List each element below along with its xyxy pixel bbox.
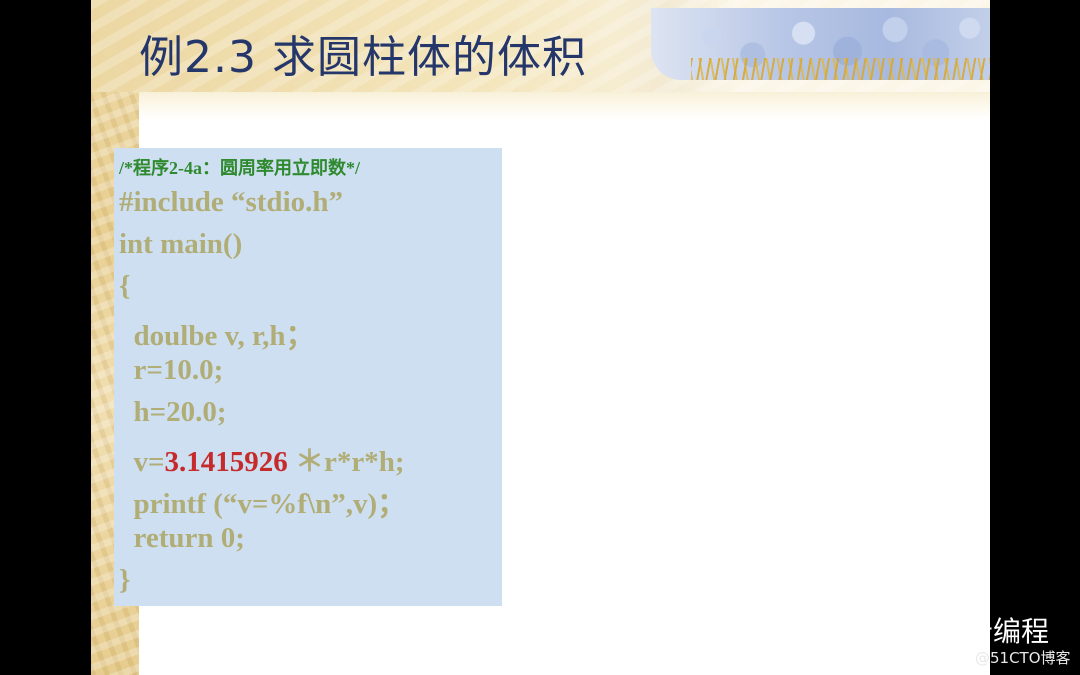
code-line-declare: doulbe v, r,h； bbox=[119, 320, 315, 352]
slide-title: 例2.3 求圆柱体的体积 bbox=[139, 32, 587, 83]
code-line-h: h=20.0; bbox=[119, 396, 227, 428]
code-v-prefix: v= bbox=[119, 446, 165, 478]
code-block: /*程序2-4a：圆周率用立即数*/ #include “stdio.h” in… bbox=[114, 148, 502, 606]
wechat-icon bbox=[876, 615, 905, 638]
watermark-source: @51CTO博客 bbox=[975, 649, 1071, 667]
grass-decoration bbox=[691, 58, 990, 80]
code-line-include: #include “stdio.h” bbox=[119, 186, 343, 218]
code-line-open-brace: { bbox=[119, 270, 131, 302]
code-line-v: v=3.1415926 ＊r*r*h; bbox=[119, 438, 405, 480]
watermark-name: 冰岩编程 bbox=[937, 615, 1050, 648]
code-v-suffix: ＊r*r*h; bbox=[287, 446, 405, 478]
code-line-close-brace: } bbox=[119, 564, 131, 596]
top-fade-band bbox=[139, 92, 990, 120]
code-line-main: int main() bbox=[119, 228, 243, 260]
pi-literal: 3.1415926 bbox=[164, 446, 288, 478]
code-line-printf: printf (“v=%f\n”,v)； bbox=[119, 488, 407, 520]
code-line-return: return 0; bbox=[119, 522, 245, 554]
code-line-r: r=10.0; bbox=[119, 354, 224, 386]
slide: 例2.3 求圆柱体的体积 /*程序2-4a：圆周率用立即数*/ #include… bbox=[91, 0, 990, 675]
code-comment: /*程序2-4a：圆周率用立即数*/ bbox=[119, 158, 360, 178]
